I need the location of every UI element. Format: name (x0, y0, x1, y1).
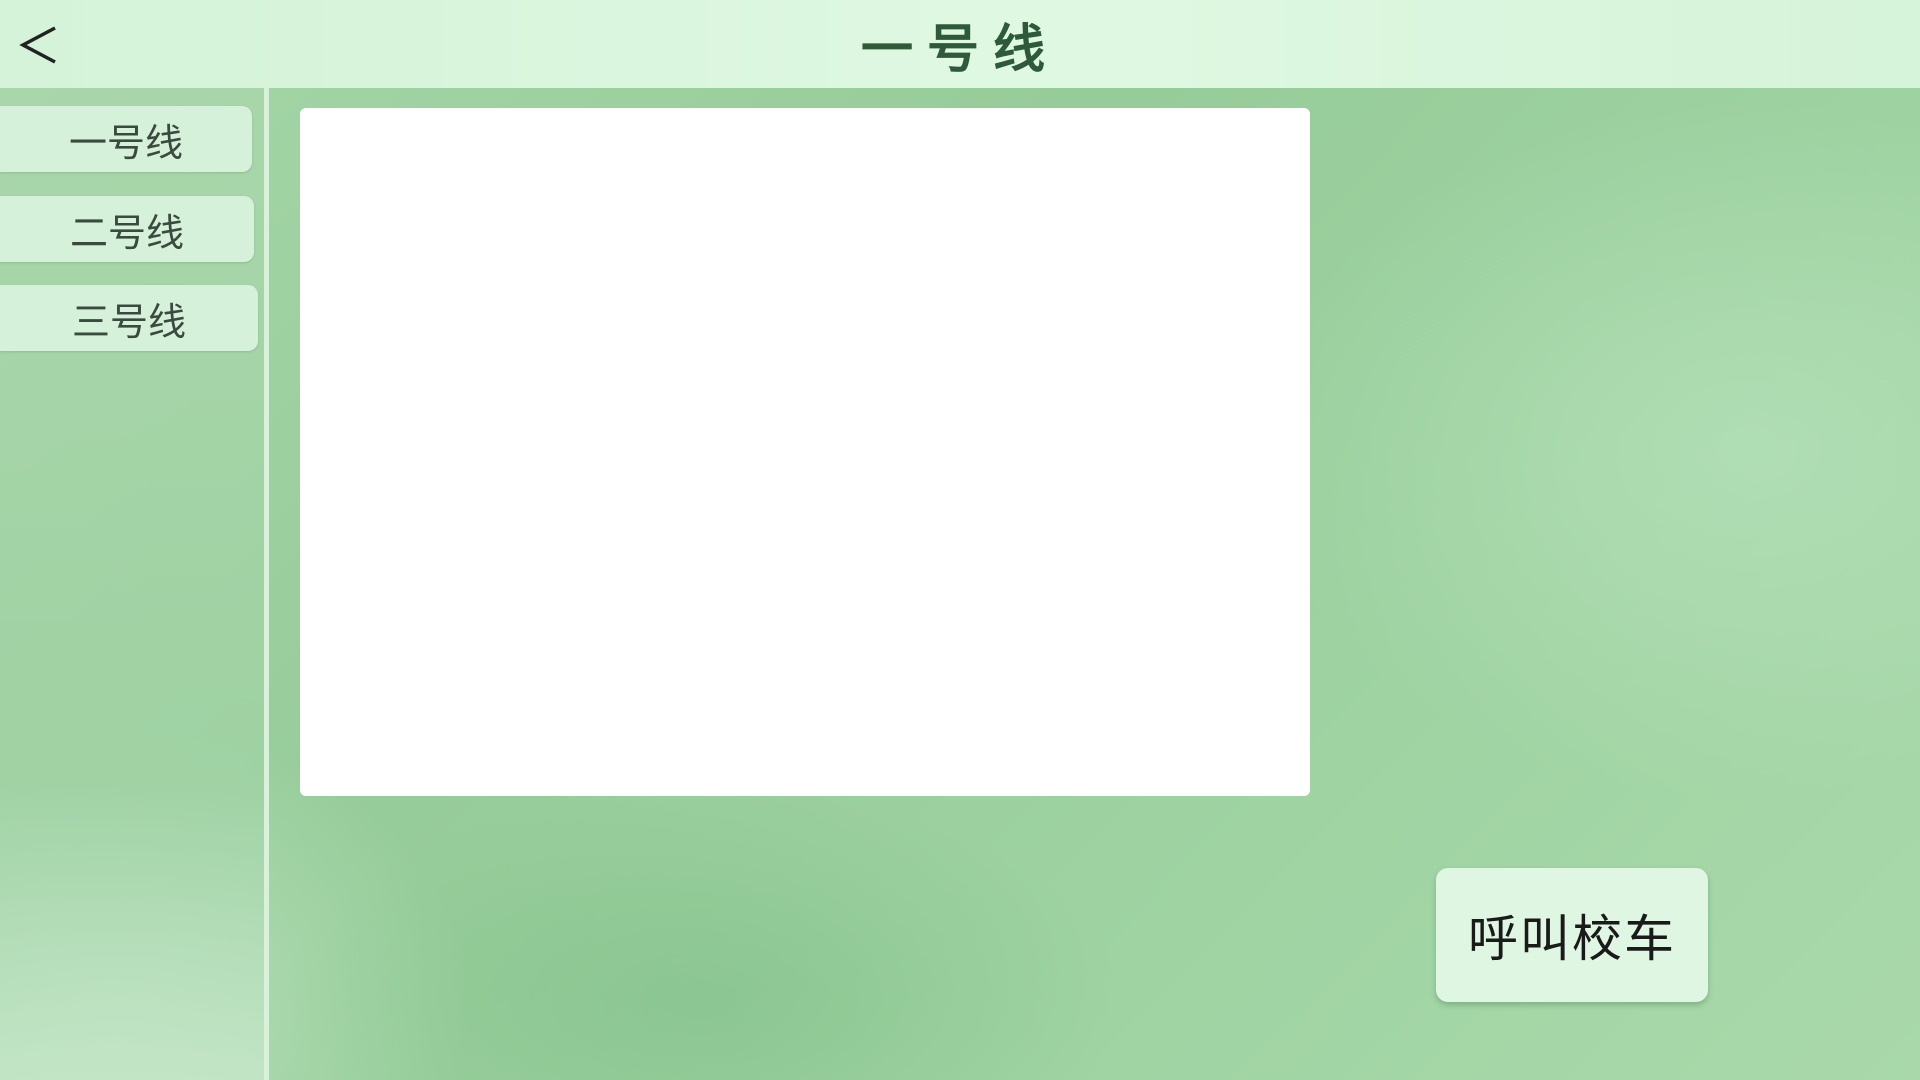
sidebar-item-line-3[interactable]: 三号线 (0, 285, 258, 351)
sidebar-item-line-2[interactable]: 二号线 (0, 196, 254, 262)
sidebar-item-line-1[interactable]: 一号线 (0, 106, 252, 172)
top-bar: 一号线 (0, 0, 1920, 88)
back-button[interactable] (14, 18, 64, 72)
page-title: 一号线 (860, 18, 1059, 80)
call-bus-button[interactable]: 呼叫校车 (1436, 868, 1708, 1002)
call-bus-label: 呼叫校车 (1468, 910, 1676, 968)
sidebar-item-label: 三号线 (71, 299, 186, 344)
sidebar-item-label: 二号线 (69, 210, 184, 255)
route-content-panel (300, 108, 1310, 796)
chevron-left-icon (19, 26, 56, 64)
sidebar-divider (264, 88, 269, 1080)
sidebar-item-label: 一号线 (68, 120, 183, 165)
